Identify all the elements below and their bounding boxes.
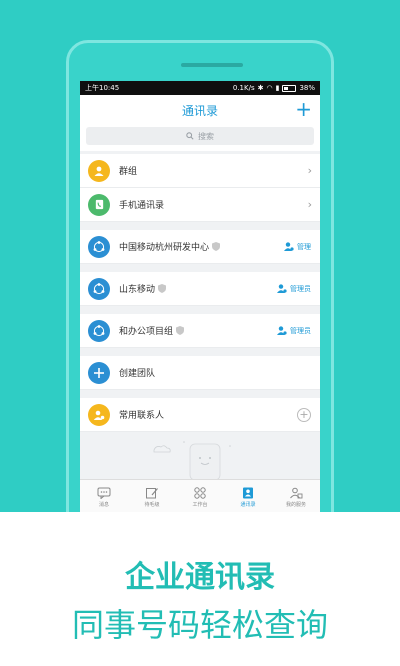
tab-label: 工作台 xyxy=(192,502,208,508)
org-icon xyxy=(88,235,110,258)
promo-caption: 企业通讯录 同事号码轻松查询 xyxy=(0,512,400,666)
tab-todo[interactable]: 待毛级 xyxy=(128,480,176,512)
admin-icon xyxy=(277,326,287,335)
frequent-contacts-icon xyxy=(88,403,110,426)
groups-icon xyxy=(88,159,110,182)
page-title: 通讯录 xyxy=(181,103,218,118)
tab-label: 我的服务 xyxy=(285,502,306,508)
manage-label: 管理 xyxy=(297,242,311,251)
grid-icon xyxy=(194,487,206,499)
search-container: 搜索 xyxy=(80,125,320,151)
list-item-frequent-contacts[interactable]: 常用联系人 + xyxy=(80,398,320,432)
caption-title: 企业通讯录 xyxy=(125,560,275,595)
admin-label: 管理员 xyxy=(290,326,311,335)
admin-icon xyxy=(284,242,294,251)
battery-level xyxy=(284,86,289,90)
admin-label: 管理员 xyxy=(290,284,311,293)
shield-icon xyxy=(212,242,221,251)
list-item-groups[interactable]: 群组 › xyxy=(80,154,320,188)
chevron-right-icon: › xyxy=(307,198,312,211)
admin-button[interactable]: 管理员 xyxy=(277,326,311,336)
phone-frame: 上午10:45 0.1K/s ✱ ◠ ▮ 38% 通讯录 + 搜索 群组 › 手… xyxy=(66,40,334,512)
battery-icon xyxy=(282,84,297,92)
org-name: 山东移动 xyxy=(119,285,156,295)
caption-subtitle: 同事号码轻松查询 xyxy=(71,606,328,644)
wifi-icon: ◠ xyxy=(266,84,273,92)
signal-icon: ▮ xyxy=(275,84,280,92)
chevron-right-icon: › xyxy=(307,164,312,177)
status-time: 上午10:45 xyxy=(85,84,120,92)
list-item-org-hangzhou[interactable]: 中国移动杭州研发中心 管理 xyxy=(80,230,320,264)
list-item-create-team[interactable]: 创建团队 xyxy=(80,356,320,390)
plus-icon xyxy=(88,361,110,384)
admin-icon xyxy=(277,284,287,293)
groups-label: 群组 xyxy=(119,167,138,177)
list-item-phone-contacts[interactable]: 手机通讯录 › xyxy=(80,188,320,222)
admin-button[interactable]: 管理员 xyxy=(277,284,311,294)
tab-label: 待毛级 xyxy=(144,502,160,508)
tab-contacts[interactable]: 通讯录 xyxy=(224,480,272,512)
phone-book-icon xyxy=(88,193,110,216)
org-icon xyxy=(88,277,110,300)
shield-icon xyxy=(176,326,185,335)
org-icon xyxy=(88,319,110,342)
org-name: 和办公项目组 xyxy=(119,327,174,337)
phone-speaker xyxy=(181,63,243,67)
tab-label: 通讯录 xyxy=(240,502,256,508)
nav-bar: 通讯录 + xyxy=(80,95,320,125)
battery-percent: 38% xyxy=(299,84,315,92)
frequent-contacts-label: 常用联系人 xyxy=(119,411,165,421)
add-contact-icon[interactable]: + xyxy=(297,407,311,422)
shield-icon xyxy=(158,284,167,293)
bluetooth-icon: ✱ xyxy=(257,84,264,92)
contact-list: 群组 › 手机通讯录 › 中国移动杭州研发中心 管理 山东移动 管理员 和办公项… xyxy=(80,154,320,492)
status-icons: 0.1K/s ✱ ◠ ▮ 38% xyxy=(233,84,315,92)
list-item-org-project[interactable]: 和办公项目组 管理员 xyxy=(80,314,320,348)
tab-workbench[interactable]: 工作台 xyxy=(176,480,224,512)
phone-screen: 上午10:45 0.1K/s ✱ ◠ ▮ 38% 通讯录 + 搜索 群组 › 手… xyxy=(80,81,320,512)
bottom-tab-bar: 消息 待毛级 工作台 通讯录 我的服务 xyxy=(80,479,320,512)
message-icon xyxy=(97,487,111,499)
tab-label: 消息 xyxy=(98,502,109,508)
create-team-label: 创建团队 xyxy=(119,369,156,379)
search-icon xyxy=(186,132,194,140)
network-speed: 0.1K/s xyxy=(232,84,255,92)
org-name: 中国移动杭州研发中心 xyxy=(119,243,210,253)
search-placeholder: 搜索 xyxy=(198,131,214,141)
list-item-org-shandong[interactable]: 山东移动 管理员 xyxy=(80,272,320,306)
status-bar: 上午10:45 0.1K/s ✱ ◠ ▮ 38% xyxy=(80,81,320,95)
contacts-icon xyxy=(243,487,253,499)
tab-my-services[interactable]: 我的服务 xyxy=(272,480,320,512)
edit-icon xyxy=(146,488,158,499)
tab-messages[interactable]: 消息 xyxy=(80,480,128,512)
search-input[interactable]: 搜索 xyxy=(86,127,314,145)
profile-icon xyxy=(290,487,303,499)
teal-background: 上午10:45 0.1K/s ✱ ◠ ▮ 38% 通讯录 + 搜索 群组 › 手… xyxy=(0,0,400,512)
manage-button[interactable]: 管理 xyxy=(284,242,311,252)
phone-contacts-label: 手机通讯录 xyxy=(119,201,165,211)
add-icon[interactable]: + xyxy=(295,98,312,120)
